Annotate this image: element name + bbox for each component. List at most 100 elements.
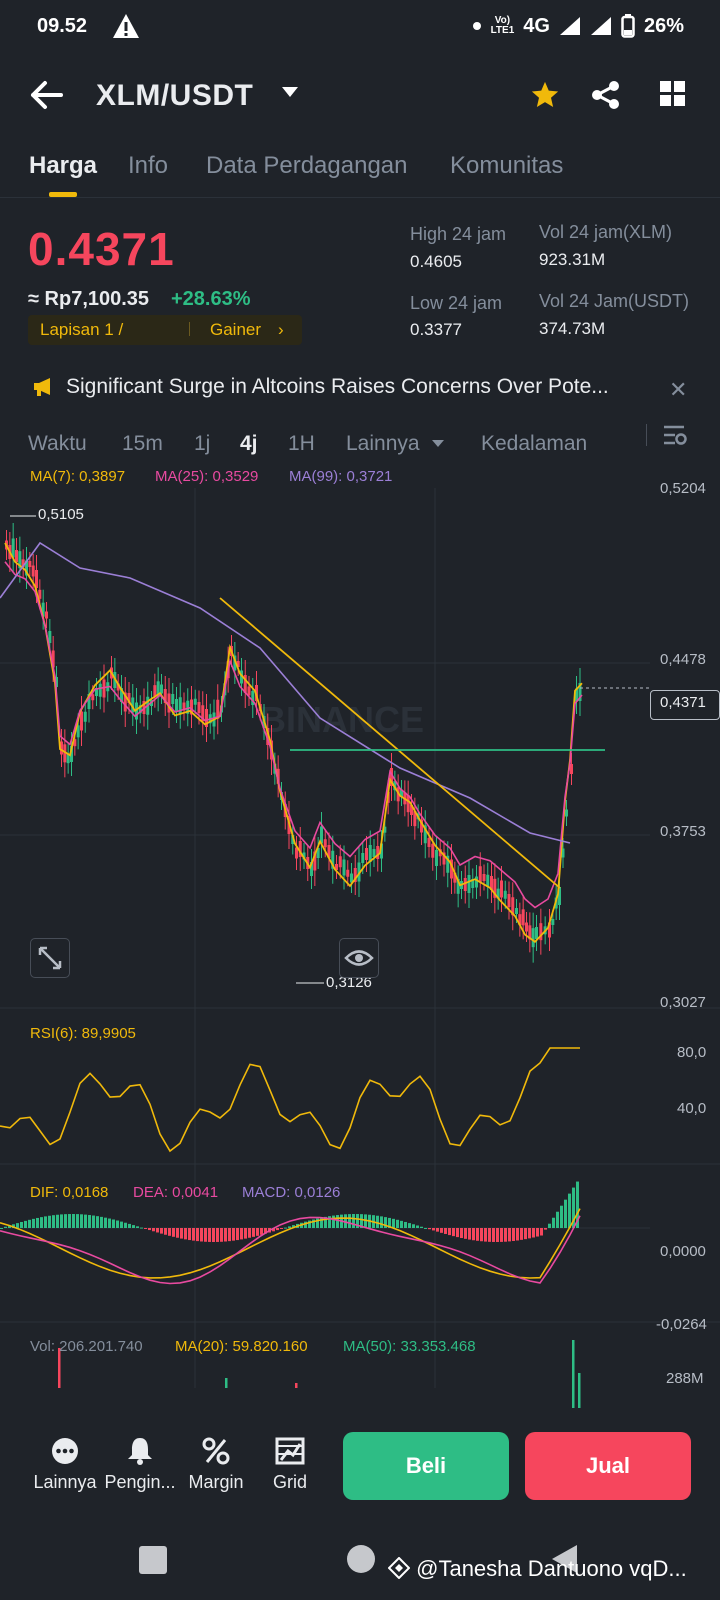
- candle-body: [98, 683, 102, 697]
- recent-apps-button[interactable]: [139, 1546, 167, 1574]
- home-button[interactable]: [347, 1545, 375, 1573]
- macd-bar: [108, 1218, 111, 1228]
- layout-grid-icon[interactable]: [659, 80, 687, 108]
- price-axis-label: 0,4478: [660, 651, 706, 668]
- macd-bar: [76, 1214, 79, 1228]
- candle-body: [565, 809, 568, 817]
- macd-bar: [260, 1228, 263, 1235]
- volume-bar: [578, 1373, 581, 1408]
- macd-bar: [20, 1221, 23, 1228]
- sell-button[interactable]: Jual: [525, 1432, 691, 1500]
- warning-icon: [113, 14, 139, 38]
- macd-bar: [348, 1214, 351, 1228]
- macd-bar: [28, 1219, 31, 1228]
- macd-bar: [88, 1215, 91, 1228]
- macd-bar: [80, 1214, 83, 1228]
- macd-bar: [192, 1228, 195, 1241]
- macd-bar: [468, 1228, 471, 1240]
- alert-action-label: Pengin...: [104, 1472, 176, 1492]
- news-headline[interactable]: Significant Surge in Altcoins Raises Con…: [66, 375, 609, 399]
- macd-bar: [248, 1228, 251, 1238]
- macd-bar: [568, 1193, 571, 1228]
- chevron-down-icon[interactable]: [281, 86, 299, 98]
- candle-body: [160, 684, 163, 694]
- interval-4j[interactable]: 4j: [240, 432, 258, 456]
- candle-body: [178, 697, 182, 715]
- star-icon[interactable]: [530, 80, 560, 110]
- candle-body: [372, 849, 376, 857]
- macd-bar: [96, 1216, 99, 1228]
- user-watermark: @Tanesha Dantuono vqD...: [387, 1556, 687, 1582]
- back-arrow-icon[interactable]: [30, 80, 64, 110]
- macd-bar: [392, 1218, 395, 1228]
- interval-depth[interactable]: Kedalaman: [481, 432, 587, 456]
- close-icon[interactable]: ✕: [669, 377, 687, 403]
- macd-bar: [112, 1219, 115, 1228]
- candle-body: [346, 869, 350, 877]
- signal-icon: [559, 17, 580, 35]
- chevron-right-icon[interactable]: ›: [278, 320, 284, 340]
- interval-more[interactable]: Lainnya: [346, 432, 420, 456]
- more-action[interactable]: Lainnya: [25, 1436, 105, 1493]
- macd-bar: [124, 1222, 127, 1228]
- macd-bar: [396, 1219, 399, 1228]
- tab-komunitas[interactable]: Komunitas: [450, 152, 563, 180]
- rsi-axis-label: 80,0: [677, 1044, 707, 1061]
- expand-icon[interactable]: [30, 938, 70, 978]
- macd-bar: [152, 1228, 155, 1232]
- grid-action[interactable]: Grid: [250, 1436, 330, 1493]
- buy-button[interactable]: Beli: [343, 1432, 509, 1500]
- macd-bar: [220, 1228, 223, 1242]
- tag-badges[interactable]: Lapisan 1 / Gainer ›: [28, 315, 302, 345]
- tab-info[interactable]: Info: [128, 152, 168, 180]
- pair-title[interactable]: XLM/USDT: [96, 79, 253, 113]
- interval-bar: Waktu 15m 1j 4j 1H Lainnya Kedalaman: [0, 420, 720, 470]
- macd-bar: [284, 1227, 287, 1229]
- alert-action[interactable]: Pengin...: [100, 1436, 180, 1493]
- bottom-action-bar: Lainnya Pengin... Margin Grid Beli Jual: [0, 1408, 720, 1520]
- macd-bar: [92, 1215, 95, 1228]
- signal-icon: [590, 17, 611, 35]
- macd-bar: [452, 1228, 455, 1237]
- interval-1h[interactable]: 1H: [288, 432, 315, 456]
- macd-bar: [64, 1214, 67, 1228]
- status-bar: 09.52 Vo) LTE1 4G 26%: [0, 0, 720, 56]
- news-banner[interactable]: Significant Surge in Altcoins Raises Con…: [0, 365, 720, 413]
- vol-xlm-value: 923.31M: [539, 250, 606, 269]
- margin-action[interactable]: Margin: [176, 1436, 256, 1493]
- interval-time-label[interactable]: Waktu: [28, 432, 87, 456]
- interval-1j[interactable]: 1j: [194, 432, 210, 456]
- macd-bar: [444, 1228, 447, 1234]
- share-icon[interactable]: [591, 80, 621, 110]
- tab-harga[interactable]: Harga: [29, 152, 97, 180]
- macd-bar: [464, 1228, 467, 1239]
- macd-bar: [440, 1228, 443, 1233]
- eye-icon[interactable]: [339, 938, 379, 978]
- low-value: 0.3377: [410, 320, 462, 339]
- macd-bar: [84, 1214, 87, 1228]
- macd-bar: [244, 1228, 247, 1239]
- macd-bar: [180, 1228, 183, 1239]
- macd-bar: [172, 1228, 175, 1237]
- macd-bar: [252, 1228, 255, 1237]
- interval-15m[interactable]: 15m: [122, 432, 163, 456]
- candle-body: [570, 764, 573, 774]
- chevron-down-icon[interactable]: [432, 440, 444, 448]
- ma7-legend: MA(7): 0,3897: [30, 468, 126, 485]
- macd-bar: [508, 1228, 511, 1242]
- candle-body: [247, 686, 251, 696]
- macd-bar: [560, 1205, 563, 1228]
- tab-data-perdagangan[interactable]: Data Perdagangan: [206, 152, 408, 180]
- tag-gainer[interactable]: Gainer: [210, 320, 261, 340]
- macd-bar: [104, 1217, 107, 1228]
- chart-settings-icon[interactable]: [663, 424, 687, 446]
- ma99-legend: MA(99): 0,3721: [289, 468, 393, 485]
- macd-bar: [532, 1228, 535, 1238]
- price-axis-label: 0,3753: [660, 823, 706, 840]
- candle-body: [535, 927, 538, 939]
- macd-bar: [536, 1228, 539, 1237]
- tag-layer[interactable]: Lapisan 1 /: [40, 320, 123, 340]
- macd-bar: [512, 1228, 515, 1241]
- chart-area[interactable]: BINANCE MA(7): 0,3897 MA(25): 0,3529 MA(…: [0, 468, 720, 1408]
- macd-bar: [484, 1228, 487, 1242]
